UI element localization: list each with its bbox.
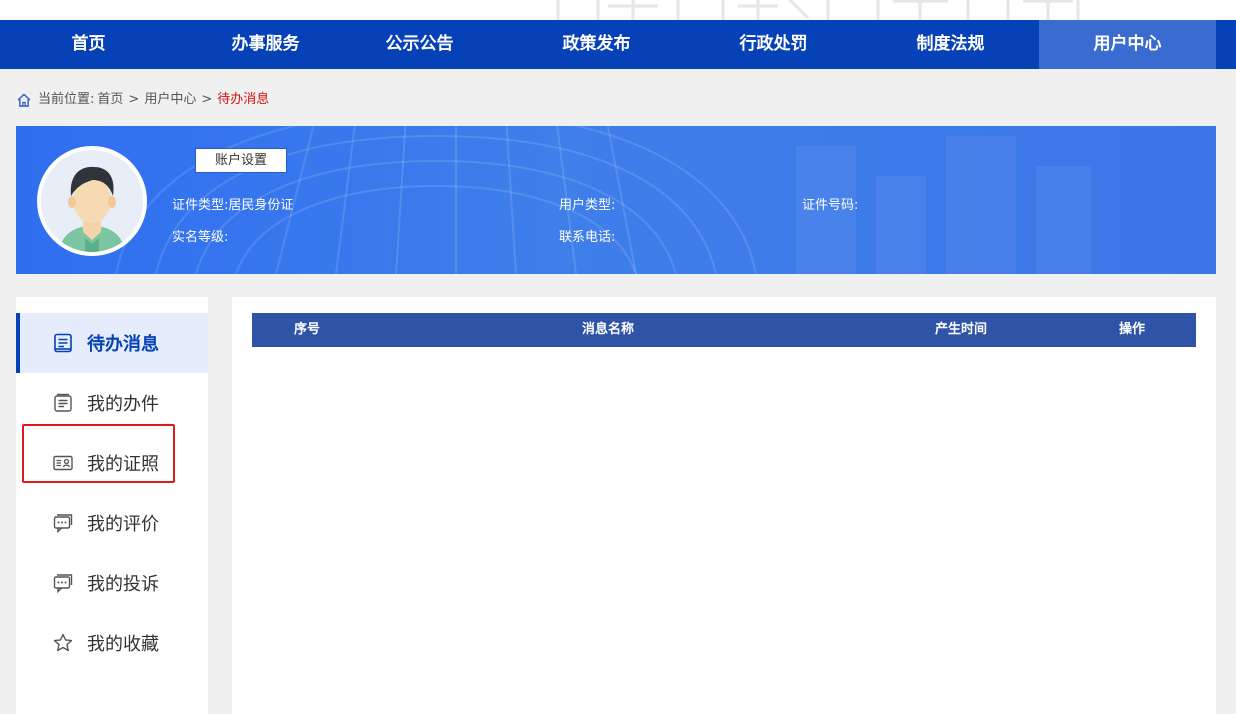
- breadcrumb-separator: >: [128, 92, 140, 107]
- breadcrumb-separator: >: [201, 92, 213, 107]
- sidebar-item-my-complaints[interactable]: 我的投诉: [16, 553, 208, 613]
- breadcrumb-prefix: 当前位置:: [38, 92, 95, 107]
- chat-bubble-icon: [53, 514, 73, 534]
- cert-type-field: 证件类型:居民身份证: [172, 197, 293, 215]
- nav-item-policy[interactable]: 政策发布: [508, 20, 685, 69]
- star-icon: [53, 633, 73, 652]
- message-list-icon: [54, 333, 72, 353]
- sidebar-item-label: 我的办件: [87, 394, 159, 415]
- cert-type-value: 居民身份证: [228, 198, 294, 213]
- real-name-level-field: 实名等级:: [172, 229, 228, 247]
- avatar: [37, 146, 147, 256]
- user-type-label: 用户类型:: [559, 198, 616, 213]
- highlight-annotation-box: [22, 424, 175, 483]
- column-header-action: 操作: [1119, 322, 1146, 337]
- nav-item-penalty[interactable]: 行政处罚: [685, 20, 862, 69]
- sidebar-item-label: 待办消息: [87, 334, 159, 355]
- document-stack-icon: [54, 393, 72, 412]
- chat-bubble-icon: [53, 574, 73, 594]
- nav-item-announcements[interactable]: 公示公告: [331, 20, 508, 69]
- phone-label: 联系电话:: [559, 230, 616, 245]
- account-settings-button[interactable]: 账户设置: [195, 148, 287, 173]
- table-header: 序号 消息名称 产生时间 操作: [252, 313, 1196, 347]
- home-icon: [17, 93, 31, 107]
- real-name-level-label: 实名等级:: [172, 230, 229, 245]
- message-table-panel: 序号 消息名称 产生时间 操作: [232, 297, 1216, 714]
- breadcrumb-link-user-center[interactable]: 用户中心: [144, 90, 196, 110]
- cert-number-field: 证件号码:: [802, 197, 858, 215]
- sidebar-item-my-reviews[interactable]: 我的评价: [16, 493, 208, 553]
- nav-item-services[interactable]: 办事服务: [177, 20, 354, 69]
- sidebar-item-pending-messages[interactable]: 待办消息: [16, 313, 208, 373]
- cert-type-label: 证件类型:: [172, 198, 229, 213]
- user-type-field: 用户类型:: [559, 197, 615, 215]
- breadcrumb-current: 待办消息: [217, 92, 270, 107]
- column-header-message-name: 消息名称: [582, 322, 635, 337]
- sidebar-item-my-favorites[interactable]: 我的收藏: [16, 613, 208, 673]
- phone-field: 联系电话:: [559, 229, 615, 247]
- nav-item-user-center[interactable]: 用户中心: [1039, 20, 1216, 69]
- sidebar-item-label: 我的投诉: [87, 574, 159, 595]
- nav-item-home[interactable]: 首页: [0, 20, 177, 69]
- column-header-index: 序号: [294, 322, 321, 337]
- profile-banner: 账户设置 证件类型:居民身份证 用户类型: 证件号码: 实名等级: 联系电话:: [16, 126, 1216, 274]
- column-header-created-time: 产生时间: [935, 322, 988, 337]
- header-watermark: [556, 0, 1080, 20]
- main-nav: 首页 办事服务 公示公告 政策发布 行政处罚 制度法规 用户中心: [0, 20, 1236, 69]
- top-header-strip: [0, 0, 1236, 20]
- sidebar-item-label: 我的收藏: [87, 634, 159, 655]
- breadcrumb: 当前位置: 首页 > 用户中心 > 待办消息: [16, 90, 269, 110]
- user-avatar-icon: [59, 166, 125, 252]
- nav-item-regulations[interactable]: 制度法规: [862, 20, 1039, 69]
- breadcrumb-link-home[interactable]: 首页: [97, 90, 123, 110]
- sidebar: 待办消息 我的办件 我的证照 我的评价 我的投诉 我的收藏: [16, 297, 208, 714]
- cert-number-label: 证件号码:: [802, 198, 859, 213]
- sidebar-item-label: 我的评价: [87, 514, 159, 535]
